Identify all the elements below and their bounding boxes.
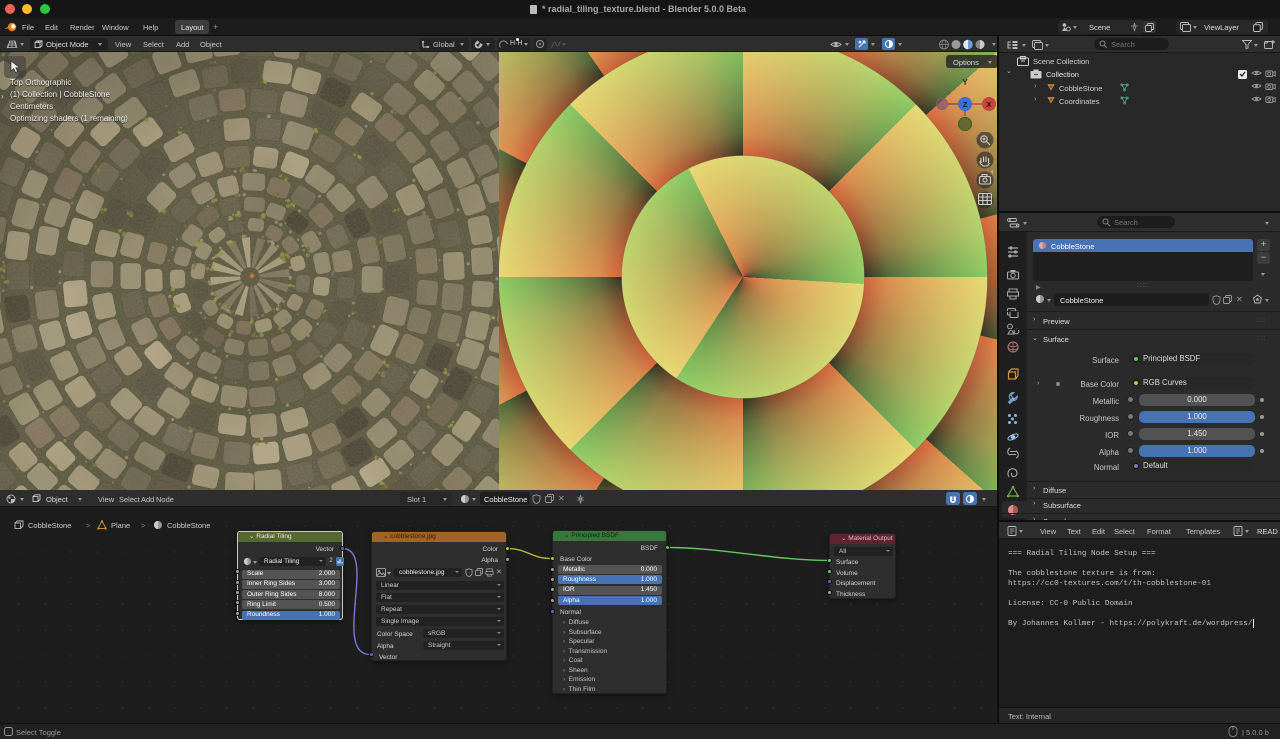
- svg-text:X: X: [986, 100, 991, 109]
- svg-text:Y: Y: [962, 78, 968, 87]
- svg-text:Z: Z: [963, 100, 968, 109]
